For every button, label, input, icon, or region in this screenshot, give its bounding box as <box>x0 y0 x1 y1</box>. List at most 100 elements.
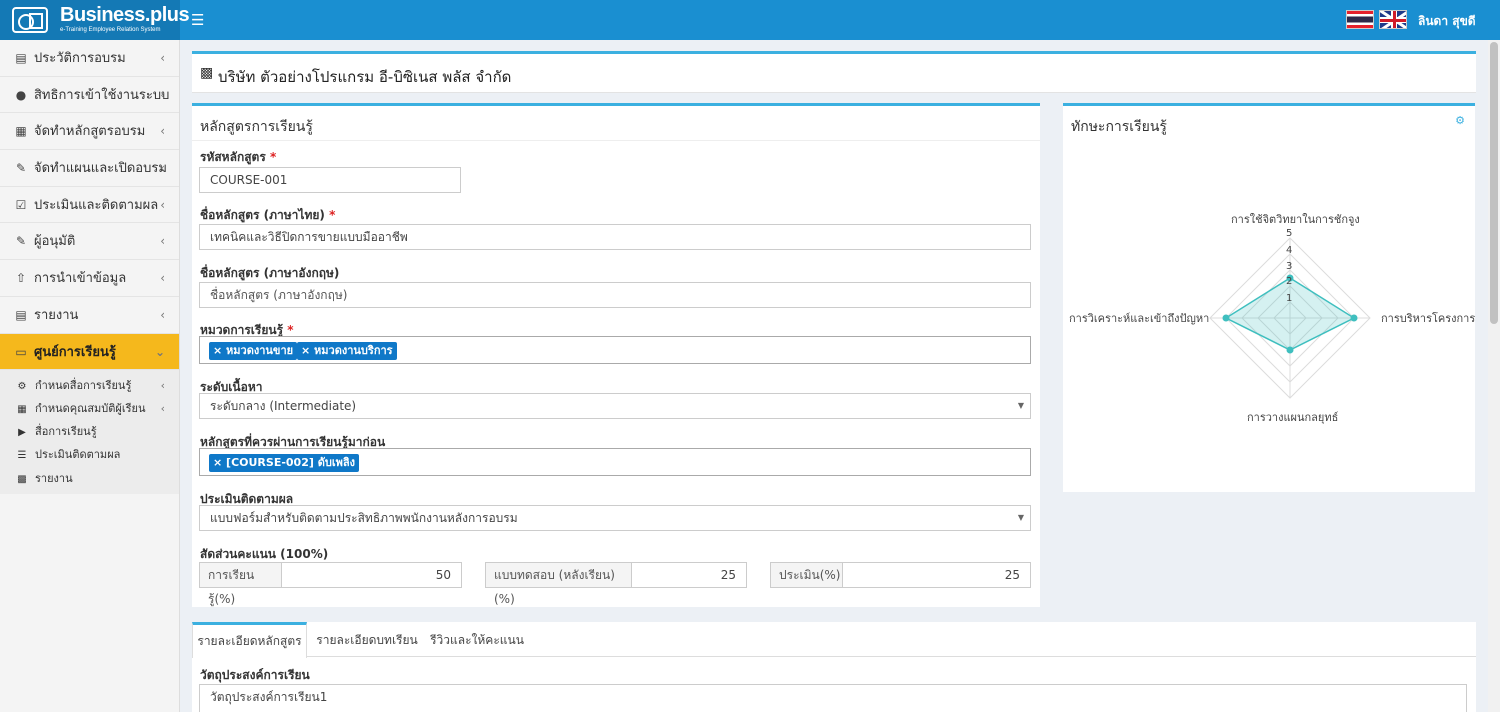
chevron-left-icon: ‹ <box>160 51 165 65</box>
course-panel-title: หลักสูตรการเรียนรู้ <box>200 119 313 135</box>
chevron-left-icon: ‹ <box>160 307 165 322</box>
radar-axis-label: การบริหารโครงการ <box>1381 312 1476 325</box>
tab-bar: รายละเอียดหลักสูตร รายละเอียดบทเรียน รีว… <box>192 622 1476 658</box>
sidebar-item-training-plan[interactable]: ✎ จัดทำแผนและเปิดอบรม ‹ <box>0 150 179 187</box>
subitem-label: กำหนดสื่อการเรียนรู้ <box>35 378 132 392</box>
category-tag[interactable]: × หมวดงานบริการ <box>297 342 397 360</box>
tab-lesson-detail[interactable]: รายละเอียดบทเรียน <box>312 622 422 657</box>
category-tag[interactable]: × หมวดงานขาย <box>209 342 298 360</box>
sidebar-item-approver[interactable]: ✎ ผู้อนุมัติ ‹ <box>0 223 179 261</box>
course-detail-tabs: รายละเอียดหลักสูตร รายละเอียดบทเรียน รีว… <box>192 622 1476 712</box>
sidebar-item-evaluation[interactable]: ☑ ประเมินและติดตามผล ‹ <box>0 187 179 224</box>
radar-point <box>1350 314 1358 322</box>
sidebar-item-learning-center[interactable]: ▭ ศูนย์การเรียนรู้ ⌄ <box>0 333 179 370</box>
category-tag-input[interactable]: × หมวดงานขาย × หมวดงานบริการ <box>199 336 1031 364</box>
chevron-left-icon: ‹ <box>160 271 165 286</box>
chevron-left-icon: ‹ <box>160 197 165 212</box>
chevron-left-icon: ‹ <box>160 234 165 249</box>
caret-down-icon: ▼ <box>1017 513 1024 522</box>
chevron-left-icon: ‹ <box>160 378 165 392</box>
logo-subtitle: e-Training Employee Relation System <box>60 27 161 33</box>
file-text-icon: ▤ <box>15 51 27 65</box>
thai-flag-icon[interactable] <box>1346 10 1374 29</box>
skills-panel: ทักษะการเรียนรู้ ⚙ การใช้จิตวิทยาในการชั… <box>1063 103 1475 492</box>
radar-series-area <box>1224 277 1356 351</box>
sidebar-item-import[interactable]: ⇧ การนำเข้าข้อมูล ‹ <box>0 260 179 297</box>
users-icon: ● <box>15 87 27 102</box>
objective-label: วัตถุประสงค์การเรียน <box>200 668 310 682</box>
course-code-label: รหัสหลักสูตร * <box>200 150 277 164</box>
sidebar-item-access-rights[interactable]: ● สิทธิการเข้าใช้งานระบบ ‹ <box>0 77 179 114</box>
objective-input[interactable]: วัตถุประสงค์การเรียน1 <box>199 684 1467 712</box>
sidebar-item-label: ประเมินและติดตามผล <box>34 197 159 213</box>
score-learning-label: การเรียนรู้(%) <box>199 562 282 606</box>
score-posttest-input[interactable]: 25 <box>631 562 747 588</box>
subitem-define-media[interactable]: ⚙ กำหนดสื่อการเรียนรู้ ‹ <box>0 374 179 397</box>
level-select[interactable]: ระดับกลาง (Intermediate) ▼ <box>199 393 1031 419</box>
score-evaluation-input[interactable]: 25 <box>842 562 1031 588</box>
chevron-down-icon: ⌄ <box>154 344 165 359</box>
book-icon: ▦ <box>17 403 27 415</box>
subitem-label: สื่อการเรียนรู้ <box>35 425 97 439</box>
subitem-learning-media[interactable]: ▶ สื่อการเรียนรู้ <box>0 420 179 443</box>
uk-flag-icon[interactable] <box>1379 10 1407 29</box>
sidebar-item-label: รายงาน <box>34 307 79 323</box>
company-header: ▩ บริษัท ตัวอย่างโปรแกรม อี-บิซิเนส พลัส… <box>192 51 1476 93</box>
chevron-left-icon: ‹ <box>160 87 165 102</box>
course-name-th-label: ชื่อหลักสูตร (ภาษาไทย) * <box>200 208 336 222</box>
page-scrollbar[interactable] <box>1488 40 1500 712</box>
prerequisite-tag[interactable]: × [COURSE-002] ดับเพลิง <box>209 454 359 472</box>
edit-icon: ✎ <box>15 161 27 176</box>
top-navbar: Business.plus e-Training Employee Relati… <box>0 0 1500 40</box>
hamburger-menu-icon[interactable]: ☰ <box>191 11 204 29</box>
scrollbar-thumb[interactable] <box>1490 42 1498 324</box>
logo[interactable]: Business.plus e-Training Employee Relati… <box>0 0 190 40</box>
chevron-left-icon: ‹ <box>160 124 165 139</box>
evaluation-select[interactable]: แบบฟอร์มสำหรับติดตามประสิทธิภาพพนักงานหล… <box>199 505 1031 531</box>
list-icon: ☰ <box>17 450 27 462</box>
score-learning-input[interactable]: 50 <box>281 562 462 588</box>
pdf-icon: ▤ <box>15 307 27 322</box>
sidebar: ▤ ประวัติการอบรม ‹ ● สิทธิการเข้าใช้งานระบบ… <box>0 40 180 712</box>
tab-course-detail[interactable]: รายละเอียดหลักสูตร <box>192 622 307 658</box>
divider <box>192 140 1040 141</box>
subitem-label: รายงาน <box>35 471 73 485</box>
edit-icon: ✎ <box>15 234 27 249</box>
sidebar-item-label: สิทธิการเข้าใช้งานระบบ <box>34 87 170 103</box>
radar-tick-label: 2 <box>1286 276 1293 287</box>
subitem-report[interactable]: ▩ รายงาน <box>0 467 179 490</box>
chevron-left-icon: ‹ <box>160 161 165 176</box>
sidebar-item-label: จัดทำหลักสูตรอบรม <box>34 124 146 140</box>
tab-review[interactable]: รีวิวและให้คะแนน <box>427 622 527 657</box>
radar-point <box>1286 346 1294 354</box>
course-code-input[interactable]: COURSE-001 <box>199 167 461 193</box>
sidebar-item-label: ผู้อนุมัติ <box>34 234 76 250</box>
monitor-icon: ▭ <box>15 344 27 359</box>
radar-tick-label: 4 <box>1286 245 1293 256</box>
radar-tick-label: 1 <box>1286 293 1293 304</box>
radar-point <box>1222 314 1230 322</box>
upload-icon: ⇧ <box>15 271 27 286</box>
company-name: บริษัท ตัวอย่างโปรแกรม อี-บิซิเนส พลัส จ… <box>218 68 512 86</box>
level-select-value: ระดับกลาง (Intermediate) <box>210 399 357 413</box>
radar-tick-label: 3 <box>1286 261 1293 272</box>
course-name-en-input[interactable]: ชื่อหลักสูตร (ภาษาอังกฤษ) <box>199 282 1031 308</box>
evaluation-select-value: แบบฟอร์มสำหรับติดตามประสิทธิภาพพนักงานหล… <box>210 511 518 525</box>
course-name-th-input[interactable]: เทคนิคและวิธีปิดการขายแบบมืออาชีพ <box>199 224 1031 250</box>
subitem-learner-qualification[interactable]: ▦ กำหนดคุณสมบัติผู้เรียน ‹ <box>0 397 179 420</box>
user-name[interactable]: ลินดา สุขดี <box>1418 12 1476 31</box>
score-posttest-label: แบบทดสอบ (หลังเรียน)(%) <box>485 562 632 606</box>
chevron-left-icon: ‹ <box>160 401 165 415</box>
sidebar-item-course-setup[interactable]: ▦ จัดทำหลักสูตรอบรม ‹ <box>0 113 179 151</box>
sidebar-item-report[interactable]: ▤ รายงาน ‹ <box>0 297 179 334</box>
subitem-label: กำหนดคุณสมบัติผู้เรียน <box>35 401 146 415</box>
youtube-icon: ▶ <box>18 427 26 439</box>
subitem-evaluation-followup[interactable]: ☰ ประเมินติดตามผล <box>0 443 179 466</box>
sidebar-item-training-history[interactable]: ▤ ประวัติการอบรม ‹ <box>0 40 179 77</box>
radar-axis-label: การใช้จิตวิทยาในการชักจูง <box>1231 213 1360 226</box>
skills-radar-chart <box>1209 237 1371 399</box>
prerequisite-tag-input[interactable]: × [COURSE-002] ดับเพลิง <box>199 448 1031 476</box>
sidebar-item-label: จัดทำแผนและเปิดอบรม <box>34 161 167 177</box>
check-square-icon: ☑ <box>15 197 27 212</box>
caret-down-icon: ▼ <box>1017 401 1024 410</box>
